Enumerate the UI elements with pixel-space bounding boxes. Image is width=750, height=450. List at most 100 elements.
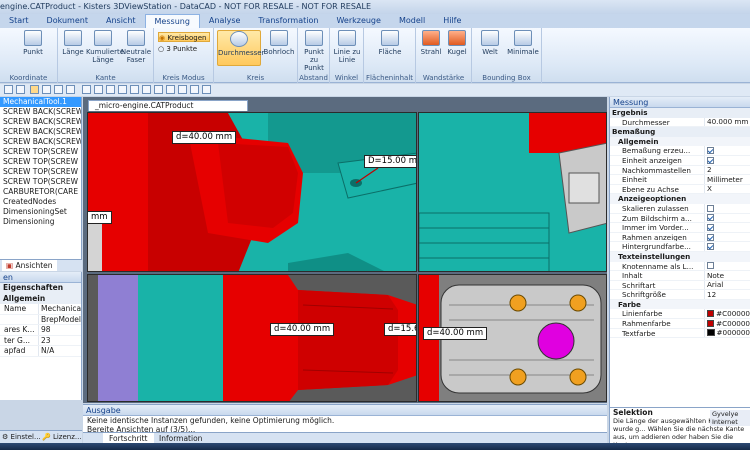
property-value[interactable]: Mechanical...	[38, 304, 81, 314]
tab-ansichten[interactable]: ▣ Ansichten	[2, 260, 57, 271]
toolbar-icon-4[interactable]	[42, 85, 51, 94]
model-tree: MechanicalTool.1 SCREW BACK(SCREW SCREW …	[0, 97, 82, 259]
linie-zu-linie-button[interactable]: Linie zu Linie	[332, 30, 362, 64]
output-header: Ausgabe	[83, 405, 607, 416]
view-top-left[interactable]: d=40.00 mm D=15.00 mm mm	[87, 112, 417, 272]
tree-item[interactable]: SCREW TOP(SCREW	[0, 157, 81, 167]
dimension-label[interactable]: D=15.00 mm	[364, 155, 416, 168]
tree-item[interactable]: SCREW TOP(SCREW	[0, 147, 81, 157]
property-value[interactable]: Note	[704, 271, 750, 280]
punkt-zu-punkt-button[interactable]: Punkt zu Punkt	[299, 30, 329, 72]
property-value[interactable]: 40.000 mm	[704, 117, 750, 127]
dimension-label[interactable]: d=40.00 mm	[270, 323, 335, 336]
tree-item[interactable]: SCREW BACK(SCREW	[0, 137, 81, 147]
tab-lizenz[interactable]: 🔑 Lizenz...	[42, 431, 82, 443]
toolbar-icon-12[interactable]	[142, 85, 151, 94]
property-value-text: 2	[707, 165, 712, 175]
dimension-label[interactable]: mm	[88, 211, 112, 224]
flaeche-button[interactable]: Fläche	[376, 30, 404, 56]
toolbar-icon-8[interactable]	[94, 85, 103, 94]
tree-item[interactable]: MechanicalTool.1	[0, 97, 81, 107]
tree-item[interactable]: SCREW BACK(SCREW	[0, 117, 81, 127]
property-value[interactable]: 98	[38, 325, 81, 335]
kreisbogen-option[interactable]: ◉ Kreisbogen	[158, 32, 210, 42]
view-bottom-right[interactable]: d=40.00 mm	[418, 274, 607, 402]
checkbox-checked[interactable]	[707, 156, 714, 164]
toolbar-icon-11[interactable]	[130, 85, 139, 94]
toolbar-icon-5[interactable]	[54, 85, 63, 94]
neutrale-faser-button[interactable]: Neutrale Faser	[120, 30, 152, 64]
property-value[interactable]: #C00000	[704, 309, 750, 319]
view-top-right[interactable]	[418, 112, 607, 272]
property-value[interactable]: Arial	[704, 280, 750, 290]
left-bottom-tabs: ⚙ Einstel... 🔑 Lizenz...	[0, 430, 82, 443]
views-icon: ▣	[6, 261, 14, 270]
tree-item[interactable]: SCREW TOP(SCREW	[0, 177, 81, 187]
property-value[interactable]: #000000	[704, 328, 750, 338]
group-label-koordinate: Koordinate	[9, 74, 48, 82]
property-value[interactable]: 2	[704, 165, 750, 175]
toolbar-icon-1[interactable]	[4, 85, 13, 94]
property-value[interactable]: 23	[38, 335, 81, 345]
tab-einstellungen[interactable]: ⚙ Einstel...	[2, 431, 41, 443]
tab-messung[interactable]: Messung	[144, 14, 200, 28]
checkbox-checked[interactable]	[707, 233, 714, 241]
drei-punkte-option[interactable]: ○ 3 Punkte	[158, 44, 210, 54]
property-value[interactable]: X	[704, 184, 750, 194]
property-value[interactable]: BrepModel	[38, 314, 81, 324]
property-value[interactable]: 12	[704, 290, 750, 299]
radio-off-icon: ○	[158, 45, 165, 53]
toolbar-icon-14[interactable]	[166, 85, 175, 94]
tree-item[interactable]: SCREW BACK(SCREW	[0, 107, 81, 117]
checkbox-checked[interactable]	[707, 214, 714, 222]
toolbar-icon-7[interactable]	[82, 85, 91, 94]
toolbar-icon-9[interactable]	[106, 85, 115, 94]
tab-hilfe[interactable]: Hilfe	[434, 14, 470, 28]
toolbar-icon-10[interactable]	[118, 85, 127, 94]
toolbar-icon-13[interactable]	[154, 85, 163, 94]
tree-item[interactable]: DimensioningSet	[0, 207, 81, 217]
tree-item[interactable]: CARBURETOR(CARE	[0, 187, 81, 197]
tab-start[interactable]: Start	[0, 14, 38, 28]
laenge-button[interactable]: Länge	[60, 30, 86, 56]
toolbar-icon-6[interactable]	[66, 85, 75, 94]
tree-item[interactable]: CreatedNodes	[0, 197, 81, 207]
strahl-button[interactable]: Strahl	[418, 30, 444, 56]
property-value[interactable]: Millimeter	[704, 175, 750, 184]
minimale-button[interactable]: Minimale	[506, 30, 540, 56]
checkbox-checked[interactable]	[707, 243, 714, 251]
property-value[interactable]: N/A	[38, 346, 81, 356]
tab-modell[interactable]: Modell	[390, 14, 434, 28]
toolbar-icon-17[interactable]	[202, 85, 211, 94]
tree-item[interactable]: Dimensioning	[0, 217, 81, 227]
toolbar-icon-16[interactable]	[190, 85, 199, 94]
checkbox-checked[interactable]	[707, 223, 714, 231]
checkbox-unchecked[interactable]	[707, 204, 714, 212]
bohrloch-button[interactable]: Bohrloch	[262, 30, 296, 56]
property-value[interactable]: #C00000	[704, 319, 750, 328]
tab-ansicht[interactable]: Ansicht	[97, 14, 145, 28]
toolbar-icon-15[interactable]	[178, 85, 187, 94]
tab-dokument[interactable]: Dokument	[38, 14, 97, 28]
toolbar-icon-3[interactable]	[30, 85, 39, 94]
durchmesser-button[interactable]: Durchmesser	[217, 30, 264, 66]
tab-werkzeuge[interactable]: Werkzeuge	[327, 14, 389, 28]
checkbox-unchecked[interactable]	[707, 262, 714, 270]
tree-item[interactable]: SCREW BACK(SCREW	[0, 127, 81, 137]
properties-category: Allgemein	[0, 293, 81, 304]
tab-transformation[interactable]: Transformation	[249, 14, 327, 28]
dimension-label[interactable]: d=40.00 mm	[172, 131, 237, 144]
kumulierte-laenge-button[interactable]: Kumulierte Länge	[86, 30, 124, 64]
tab-analyse[interactable]: Analyse	[200, 14, 250, 28]
property-key: Linienfarbe	[622, 309, 663, 319]
kugel-button[interactable]: Kugel	[444, 30, 470, 56]
document-tab[interactable]: _micro-engine.CATProduct	[88, 100, 248, 111]
punkt-button[interactable]: Punkt	[18, 30, 48, 56]
tree-item[interactable]: SCREW TOP(SCREW	[0, 167, 81, 177]
dimension-label[interactable]: d=15.6	[384, 323, 416, 336]
view-bottom-left[interactable]: d=40.00 mm d=15.6	[87, 274, 417, 402]
dimension-label[interactable]: d=40.00 mm	[423, 327, 488, 340]
toolbar-icon-2[interactable]	[16, 85, 25, 94]
welt-button[interactable]: Welt	[476, 30, 504, 56]
checkbox-checked[interactable]	[707, 147, 714, 155]
